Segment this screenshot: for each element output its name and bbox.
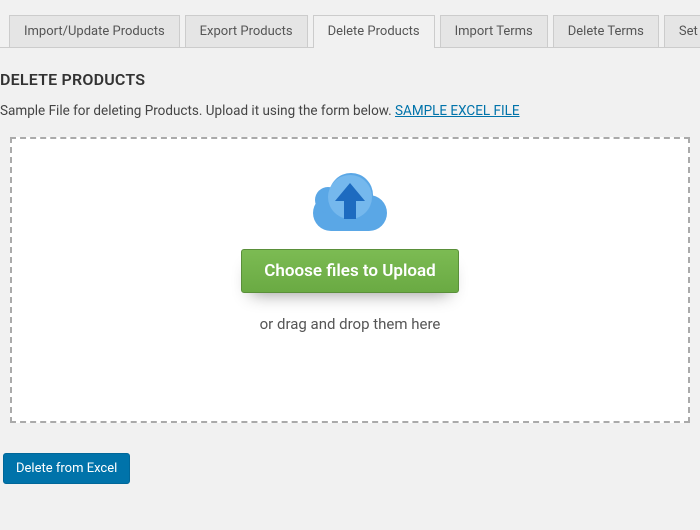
tab-export-products[interactable]: Export Products: [185, 15, 308, 47]
tab-delete-terms[interactable]: Delete Terms: [553, 15, 659, 47]
tab-delete-products[interactable]: Delete Products: [313, 15, 435, 47]
cloud-upload-icon: [313, 173, 387, 233]
delete-from-excel-button[interactable]: Delete from Excel: [3, 453, 130, 484]
tab-import-update-products[interactable]: Import/Update Products: [9, 15, 180, 47]
page-description: Sample File for deleting Products. Uploa…: [0, 103, 700, 119]
tab-settings[interactable]: Set: [664, 15, 700, 47]
sample-file-link[interactable]: SAMPLE EXCEL FILE: [395, 103, 520, 119]
page-description-text: Sample File for deleting Products. Uploa…: [0, 103, 395, 119]
upload-dropzone[interactable]: Choose files to Upload or drag and drop …: [10, 137, 690, 423]
tab-import-terms[interactable]: Import Terms: [440, 15, 548, 47]
tab-bar: Import/Update Products Export Products D…: [0, 0, 700, 48]
choose-files-button[interactable]: Choose files to Upload: [241, 249, 458, 293]
page-title: DELETE PRODUCTS: [0, 70, 700, 89]
drag-drop-hint: or drag and drop them here: [260, 315, 441, 333]
page-content: DELETE PRODUCTS Sample File for deleting…: [0, 70, 700, 484]
